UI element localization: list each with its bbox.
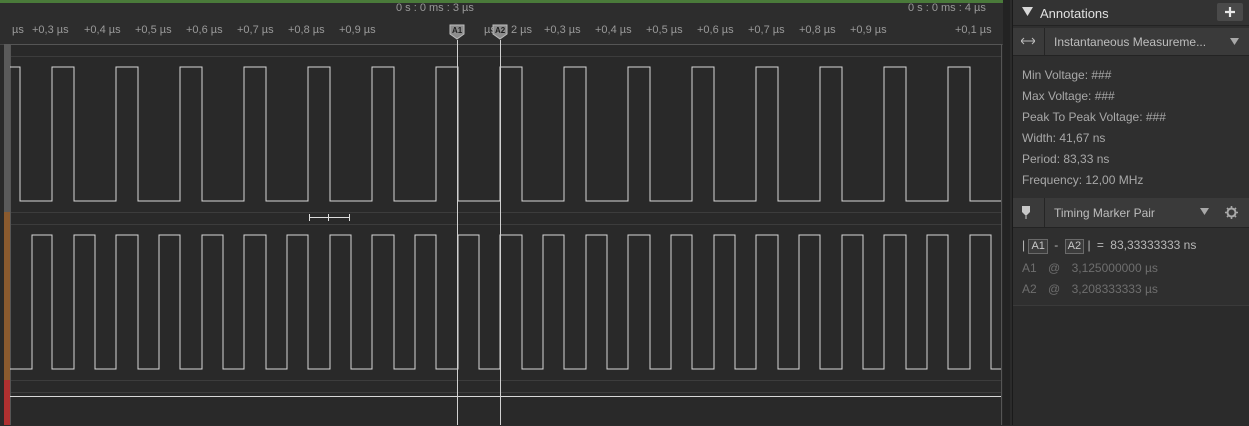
- add-annotation-button[interactable]: [1217, 3, 1243, 21]
- double-arrow-icon: [1021, 37, 1035, 45]
- measurement-item: Frequency: 12,00 MHz: [1022, 173, 1144, 187]
- measurement-item: Period: 83,33 ns: [1022, 152, 1110, 166]
- panel-empty-area: [1013, 305, 1249, 426]
- a1-tag: A1: [1028, 239, 1048, 254]
- annotations-header[interactable]: Annotations: [1013, 0, 1249, 26]
- panel-title: Annotations: [1040, 6, 1109, 21]
- logic-analyzer-window: 0 s : 0 ms : 3 µs 0 s : 0 ms : 4 µs µs +…: [0, 0, 1249, 426]
- pipe-symbol: |: [1087, 238, 1091, 252]
- a1-position-row: A1 @ 3,125000000 µs: [1022, 261, 1158, 275]
- collapse-triangle-icon[interactable]: [1022, 7, 1033, 17]
- measurement-header[interactable]: Instantaneous Measureme...: [1013, 28, 1249, 56]
- timing-difference-value: 83,33333333 ns: [1110, 238, 1197, 252]
- marker-pin-icon: [1022, 206, 1030, 219]
- measurement-item: Width: 41,67 ns: [1022, 131, 1106, 145]
- a2-position-value: 3,208333333 µs: [1071, 282, 1158, 296]
- plus-icon: [1225, 7, 1235, 17]
- timing-type-select[interactable]: Timing Marker Pair: [1044, 198, 1221, 227]
- a1-position-value: 3,125000000 µs: [1071, 261, 1158, 275]
- width-measure-indicator[interactable]: [309, 214, 350, 221]
- channel-1-waveform: [10, 234, 1001, 370]
- measurement-item: Min Voltage: ###: [1022, 68, 1112, 82]
- pipe-symbol: |: [1022, 238, 1026, 252]
- a2-label: A2: [1022, 282, 1037, 296]
- gear-icon[interactable]: [1225, 206, 1238, 219]
- at-symbol: @: [1048, 261, 1061, 275]
- measurement-item: Max Voltage: ###: [1022, 89, 1115, 103]
- dropdown-triangle-icon[interactable]: [1230, 38, 1239, 45]
- dropdown-triangle-icon[interactable]: [1200, 208, 1209, 215]
- waveform-area[interactable]: 0 s : 0 ms : 3 µs 0 s : 0 ms : 4 µs µs +…: [0, 0, 1010, 425]
- equals-symbol: =: [1096, 238, 1104, 252]
- vertical-scrollbar[interactable]: [1003, 0, 1010, 425]
- measurement-title: Instantaneous Measureme...: [1054, 35, 1207, 49]
- channel-0-waveform: [10, 66, 1001, 202]
- timing-pair-header[interactable]: Timing Marker Pair: [1013, 198, 1249, 228]
- measurement-type-select[interactable]: Instantaneous Measureme...: [1044, 28, 1249, 55]
- at-symbol: @: [1048, 282, 1061, 296]
- waveform-canvas[interactable]: [0, 0, 1010, 425]
- minus-symbol: -: [1054, 238, 1059, 252]
- a2-position-row: A2 @ 3,208333333 µs: [1022, 282, 1158, 296]
- a1-label: A1: [1022, 261, 1037, 275]
- annotations-panel: Annotations Instantaneous Measureme... M…: [1012, 0, 1249, 426]
- timing-title: Timing Marker Pair: [1054, 206, 1155, 220]
- a2-tag: A2: [1064, 239, 1085, 254]
- measurement-item: Peak To Peak Voltage: ###: [1022, 110, 1166, 124]
- timing-difference-row: | A1 - A2 | = 83,33333333 ns: [1022, 238, 1196, 254]
